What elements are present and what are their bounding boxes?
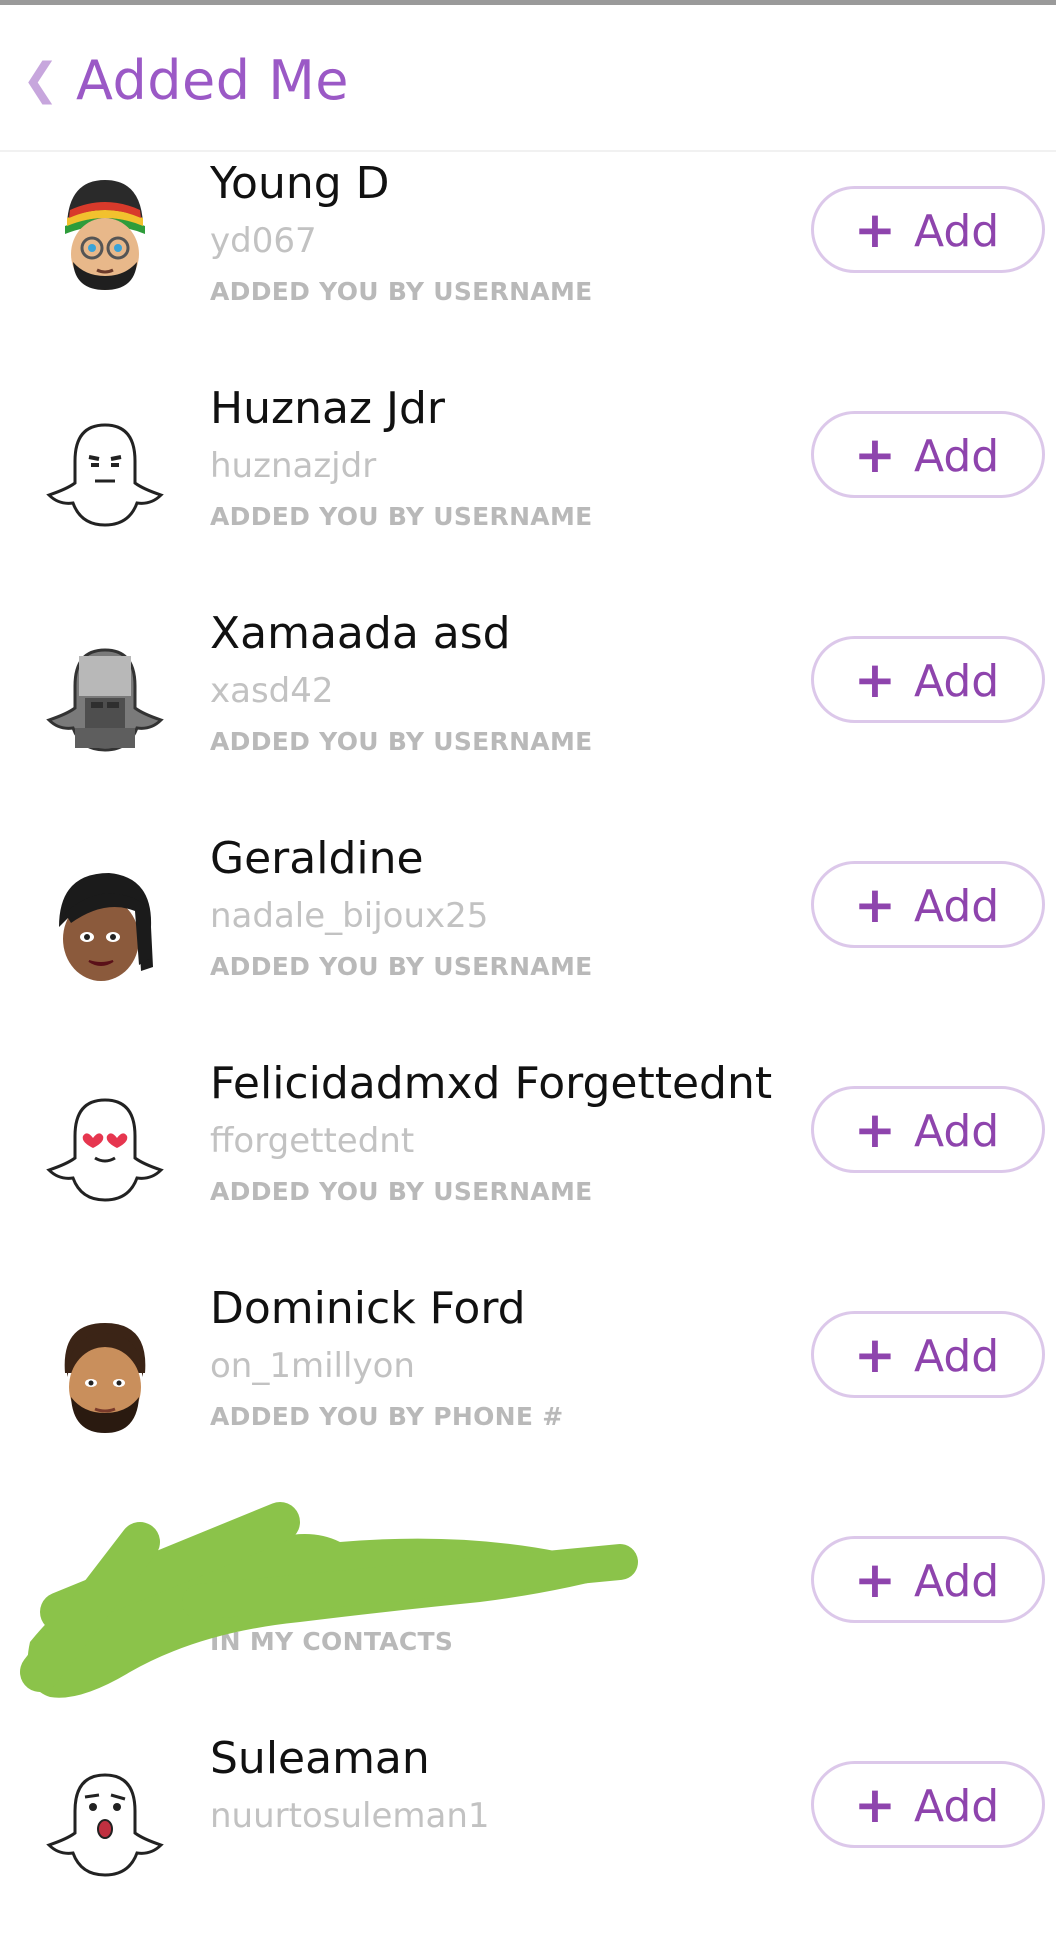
friend-username: nadale_bijoux25	[210, 896, 489, 936]
add-friend-button[interactable]: + Add	[811, 636, 1045, 723]
friend-username: yd067	[210, 221, 317, 261]
plus-icon: +	[854, 1326, 896, 1384]
friend-name: Dominick Ford	[210, 1283, 526, 1334]
friend-name: Suleaman	[210, 1733, 430, 1784]
page-title: Added Me	[76, 49, 350, 112]
add-button-label: Add	[914, 206, 1000, 257]
list-item: Felicidadmxd Forgettednt fforgettednt AD…	[0, 1052, 1056, 1279]
add-friend-button[interactable]: + Add	[811, 1311, 1045, 1398]
friend-username: xasd42	[210, 671, 334, 711]
add-button-label: Add	[914, 1556, 1000, 1607]
list-item: IN MY CONTACTS + Add	[0, 1502, 1056, 1729]
avatar-bitmoji-icon[interactable]	[45, 867, 165, 987]
add-button-label: Add	[914, 881, 1000, 932]
add-friend-button[interactable]: + Add	[811, 1761, 1045, 1848]
plus-icon: +	[854, 1551, 896, 1609]
list-item: Dominick Ford on_1millyon ADDED YOU BY P…	[0, 1277, 1056, 1504]
added-reason: IN MY CONTACTS	[210, 1627, 454, 1656]
list-item: Suleaman nuurtosuleman1 + Add	[0, 1727, 1056, 1952]
ghost-photo-icon[interactable]	[45, 642, 165, 762]
chevron-left-icon[interactable]: ❮	[22, 55, 59, 105]
add-friend-button[interactable]: + Add	[811, 186, 1045, 273]
add-friend-button[interactable]: + Add	[811, 1086, 1045, 1173]
plus-icon: +	[854, 201, 896, 259]
friend-name: Huznaz Jdr	[210, 383, 445, 434]
friend-name: Felicidadmxd Forgettednt	[210, 1058, 773, 1109]
added-reason: ADDED YOU BY USERNAME	[210, 727, 593, 756]
add-button-label: Add	[914, 656, 1000, 707]
plus-icon: +	[854, 1776, 896, 1834]
avatar-bitmoji-icon[interactable]	[45, 1317, 165, 1437]
plus-icon: +	[854, 1101, 896, 1159]
list-item: Xamaada asd xasd42 ADDED YOU BY USERNAME…	[0, 602, 1056, 829]
add-button-label: Add	[914, 1331, 1000, 1382]
plus-icon: +	[854, 426, 896, 484]
added-reason: ADDED YOU BY PHONE #	[210, 1402, 564, 1431]
friend-name: Young D	[210, 158, 390, 209]
list-item: Young D yd067 ADDED YOU BY USERNAME + Ad…	[0, 152, 1056, 379]
friend-username: on_1millyon	[210, 1346, 415, 1386]
add-friend-button[interactable]: + Add	[811, 1536, 1045, 1623]
ghost-heart-eyes-icon[interactable]	[45, 1092, 165, 1212]
friend-name: Xamaada asd	[210, 608, 511, 659]
ghost-surprised-icon[interactable]	[45, 1767, 165, 1887]
friend-username: huznazjdr	[210, 446, 377, 486]
friend-username: nuurtosuleman1	[210, 1796, 490, 1836]
added-reason: ADDED YOU BY USERNAME	[210, 1177, 593, 1206]
added-reason: ADDED YOU BY USERNAME	[210, 277, 593, 306]
added-reason: ADDED YOU BY USERNAME	[210, 952, 593, 981]
list-item: Huznaz Jdr huznazjdr ADDED YOU BY USERNA…	[0, 377, 1056, 604]
friend-name: Geraldine	[210, 833, 424, 884]
add-button-label: Add	[914, 1106, 1000, 1157]
added-reason: ADDED YOU BY USERNAME	[210, 502, 593, 531]
avatar-bitmoji-icon[interactable]	[45, 172, 165, 292]
add-button-label: Add	[914, 1781, 1000, 1832]
plus-icon: +	[854, 651, 896, 709]
plus-icon: +	[854, 876, 896, 934]
add-friend-button[interactable]: + Add	[811, 861, 1045, 948]
added-me-list[interactable]: Young D yd067 ADDED YOU BY USERNAME + Ad…	[0, 152, 1056, 1952]
list-item: Geraldine nadale_bijoux25 ADDED YOU BY U…	[0, 827, 1056, 1054]
add-button-label: Add	[914, 431, 1000, 482]
add-friend-button[interactable]: + Add	[811, 411, 1045, 498]
header: ❮ Added Me	[0, 5, 1056, 152]
friend-username: fforgettednt	[210, 1121, 415, 1161]
ghost-icon[interactable]	[45, 417, 165, 537]
